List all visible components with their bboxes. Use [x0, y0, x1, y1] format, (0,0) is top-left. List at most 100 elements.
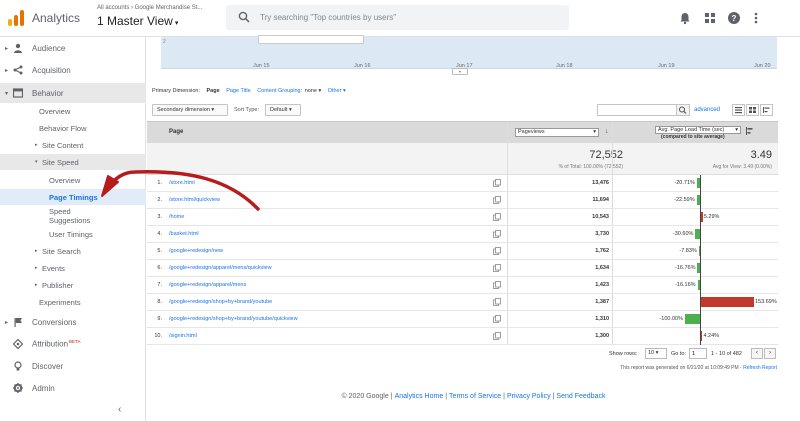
more-vert-icon[interactable] [749, 11, 763, 25]
grid-view-button[interactable] [746, 104, 759, 116]
open-page-icon[interactable] [493, 230, 501, 238]
open-page-icon[interactable] [493, 196, 501, 204]
row-number: 10. [154, 333, 162, 339]
open-page-icon[interactable] [493, 315, 501, 323]
open-page-icon[interactable] [493, 179, 501, 187]
comparison-zero-axis [700, 175, 701, 345]
chevron-right-icon: ▸ [35, 265, 38, 271]
row-number: 4. [157, 231, 162, 237]
sidebar-item-conversions[interactable]: ▸ Conversions [0, 313, 146, 331]
sidebar-item-acquisition[interactable]: ▸ Acquisition [0, 61, 146, 79]
sidebar-item-behavior[interactable]: ▾ Behavior [0, 83, 146, 103]
pageviews-value: 1,634 [595, 265, 609, 271]
pageviews-value: 1,387 [595, 299, 609, 305]
sort-type-select[interactable]: Default ▾ [265, 104, 301, 116]
sidebar-item-publisher[interactable]: ▸ Publisher [0, 277, 146, 293]
primary-dimension-bar: Primary Dimension: Page Page Title Conte… [152, 88, 351, 94]
previous-page-button[interactable]: ‹ [751, 348, 763, 359]
accounts-breadcrumb[interactable]: All accounts › Google Merchandise St... [97, 5, 202, 11]
advanced-filter-link[interactable]: advanced [694, 107, 720, 113]
sidebar-item-site-content[interactable]: ▸ Site Content [0, 137, 146, 153]
sidebar-item-user-timings[interactable]: User Timings [0, 226, 146, 242]
chevron-right-icon: ▸ [35, 248, 38, 254]
rows-per-page-select[interactable]: 10 ▾ [645, 348, 667, 359]
chevron-down-icon: ▾ [593, 129, 596, 135]
sidebar-item-experiments[interactable]: Experiments [0, 294, 146, 310]
page-link[interactable]: /signin.html [169, 333, 197, 339]
comparison-view-button[interactable] [760, 104, 773, 116]
sidebar-item-label: Conversions [32, 317, 77, 327]
page-link[interactable]: /google+redesign/apparel/mens [169, 282, 246, 288]
analytics-logo[interactable] [8, 10, 24, 26]
column-header-page[interactable]: Page [169, 129, 183, 135]
open-page-icon[interactable] [493, 281, 501, 289]
search-box[interactable] [226, 5, 569, 30]
row-number: 7. [157, 282, 162, 288]
page-link[interactable]: /home [169, 214, 184, 220]
x-tick-label: Jun 19 [658, 63, 675, 69]
table-filter-input[interactable] [597, 104, 677, 116]
footer-link-privacy[interactable]: Privacy Policy [507, 393, 551, 400]
collapse-sidebar-icon[interactable]: ‹ [118, 404, 121, 415]
open-page-icon[interactable] [493, 247, 501, 255]
dimension-content-grouping[interactable]: Content Grouping: [257, 88, 302, 94]
dimension-other[interactable]: Other ▾ [328, 88, 346, 94]
open-page-icon[interactable] [493, 264, 501, 272]
comparison-bar-positive [701, 331, 703, 341]
content-grouping-value[interactable]: none ▾ [305, 88, 322, 94]
comparison-bar-positive [701, 297, 754, 307]
dimension-page[interactable]: Page [207, 88, 220, 94]
open-page-icon[interactable] [493, 298, 501, 306]
sidebar-item-site-speed-overview[interactable]: Overview [0, 172, 146, 188]
page-link[interactable]: /basket.html [169, 231, 199, 237]
page-link[interactable]: /store.html/quickview [169, 197, 220, 203]
table-row: 6. /google+redesign/apparel/mens/quickvie… [147, 260, 778, 277]
open-page-icon[interactable] [493, 332, 501, 340]
table-view-button[interactable] [732, 104, 745, 116]
view-selector[interactable]: 1 Master View ▾ [97, 14, 178, 28]
apps-grid-icon[interactable] [703, 11, 717, 25]
page-link[interactable]: /store.html [169, 180, 195, 186]
table-row: 4. /basket.html 3,730 -30.60% [147, 226, 778, 243]
help-icon[interactable]: ? [727, 11, 741, 25]
open-page-icon[interactable] [493, 213, 501, 221]
table-header: Page Pageviews ▾ ↓ Avg. Page Load Time (s… [147, 121, 778, 143]
footer-link-analytics-home[interactable]: Analytics Home [395, 393, 444, 400]
search-input[interactable] [260, 10, 560, 25]
page-link[interactable]: /google+redesign/new [169, 248, 223, 254]
sidebar-item-label: AttributionBETA [32, 339, 80, 349]
sidebar-item-events[interactable]: ▸ Events [0, 260, 146, 276]
sidebar-item-behavior-overview[interactable]: Overview [0, 103, 146, 119]
sidebar-item-discover[interactable]: Discover [0, 357, 146, 375]
table-search-button[interactable] [676, 104, 690, 116]
next-page-button[interactable]: › [764, 348, 776, 359]
sidebar-item-speed-suggestions[interactable]: Speed Suggestions [0, 206, 146, 226]
metric-select-load-time[interactable]: Avg. Page Load Time (sec) ▾ [655, 126, 741, 134]
sidebar-item-audience[interactable]: ▸ Audience [0, 39, 146, 57]
pagination-range: 1 - 10 of 482 [711, 351, 742, 357]
secondary-dimension-select[interactable]: Secondary dimension ▾ [152, 104, 228, 116]
footer-link-feedback[interactable]: Send Feedback [556, 393, 605, 400]
sidebar-item-site-speed[interactable]: ▾ Site Speed [0, 154, 146, 170]
page-link[interactable]: /google+redesign/shop+by+brand/youtube [169, 299, 272, 305]
dimension-page-title[interactable]: Page Title [226, 88, 250, 94]
sidebar-item-admin[interactable]: Admin [0, 379, 146, 397]
footer-link-terms[interactable]: Terms of Service [449, 393, 501, 400]
sidebar-item-label: Speed Suggestions [49, 207, 91, 225]
bell-icon[interactable] [678, 11, 692, 25]
chart-resize-handle[interactable]: ▾ [452, 68, 468, 75]
comparison-percent: -7.83% [679, 248, 697, 254]
sidebar-item-attribution[interactable]: AttributionBETA [0, 335, 146, 353]
metric-select-pageviews[interactable]: Pageviews ▾ [515, 128, 599, 137]
sidebar-item-label: Behavior [32, 88, 64, 98]
page-link[interactable]: /google+redesign/apparel/mens/quickview [169, 265, 272, 271]
refresh-report-link[interactable]: Refresh Report [743, 365, 777, 371]
goto-page-input[interactable] [689, 348, 707, 359]
page-link[interactable]: /google+redesign/shop+by+brand/youtube/q… [169, 316, 298, 322]
comparison-view-icon [763, 107, 770, 113]
sidebar-item-behavior-flow[interactable]: Behavior Flow [0, 120, 146, 136]
sort-descending-icon[interactable]: ↓ [605, 128, 609, 135]
sidebar-item-site-search[interactable]: ▸ Site Search [0, 243, 146, 259]
table-row: 1. /store.html 13,476 -20.71% [147, 175, 778, 192]
sidebar-item-page-timings[interactable]: Page Timings [0, 189, 146, 205]
